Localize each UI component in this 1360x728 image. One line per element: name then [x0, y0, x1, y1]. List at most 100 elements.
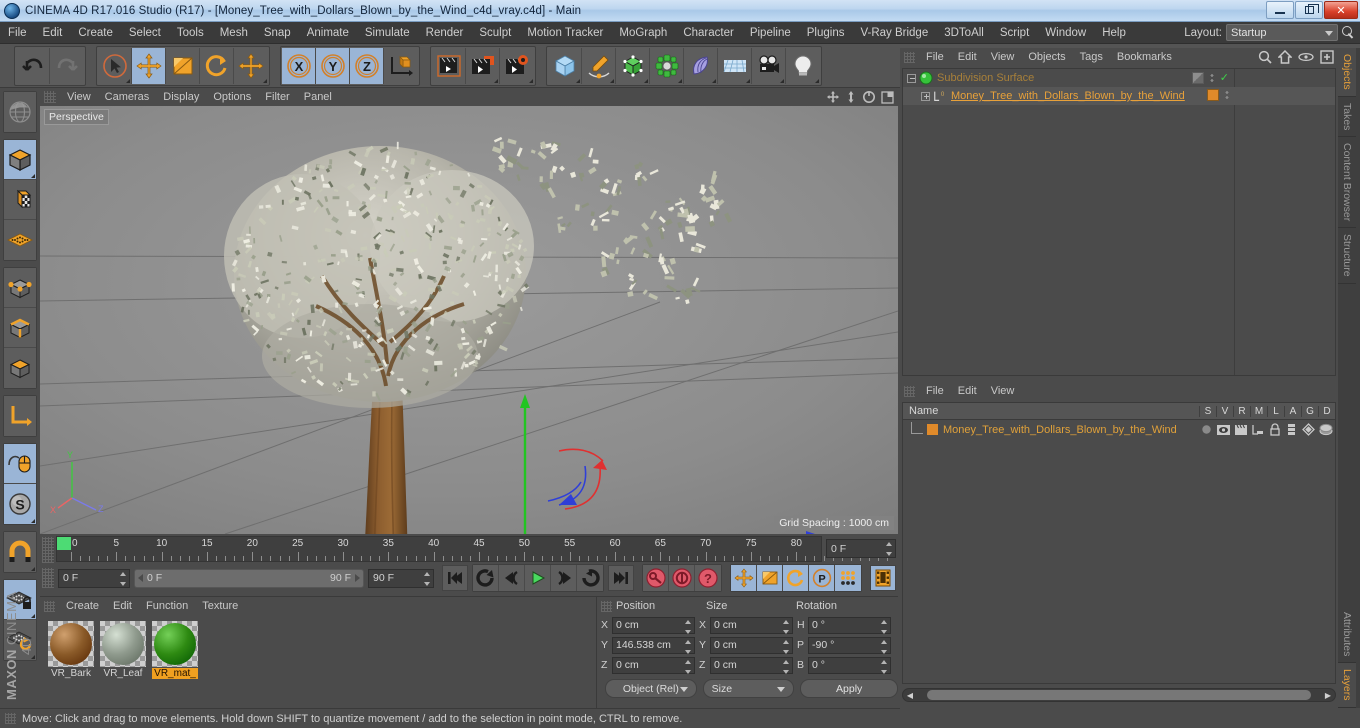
go-to-start-button[interactable]	[442, 565, 468, 591]
current-frame-field[interactable]: 0 F	[58, 568, 130, 588]
previous-frame-button[interactable]	[499, 565, 525, 591]
maximize-view-icon[interactable]	[881, 90, 894, 104]
timeline-right-frame-field[interactable]: 0 F	[826, 539, 896, 558]
coordinate-rotation-field[interactable]: -90 °	[808, 636, 891, 654]
menu-item-create[interactable]: Create	[70, 22, 121, 44]
move-tool[interactable]	[132, 47, 166, 84]
menu-item-snap[interactable]: Snap	[256, 22, 299, 44]
redo-button[interactable]	[50, 47, 84, 84]
add-cube-button[interactable]	[548, 47, 582, 84]
layer-menu-file[interactable]: File	[919, 382, 951, 400]
viewport-canvas[interactable]: Y Z X Perspective Grid Spacing : 1000 cm	[40, 106, 898, 534]
layer-column-R[interactable]: R	[1233, 405, 1250, 417]
point-mode-button[interactable]	[4, 268, 36, 308]
visibility-dots-icon[interactable]	[1209, 71, 1214, 84]
point-level-animation-button[interactable]	[835, 565, 861, 591]
scroll-left-arrow-icon[interactable]: ◀	[905, 690, 915, 700]
material-item[interactable]: VR_mat_	[152, 621, 198, 679]
menu-item-edit[interactable]: Edit	[35, 22, 71, 44]
layer-row[interactable]: Money_Tree_with_Dollars_Blown_by_the_Win…	[903, 420, 1335, 439]
material-menu-texture[interactable]: Texture	[195, 597, 245, 615]
viewport-menu-display[interactable]: Display	[156, 88, 206, 106]
home-icon[interactable]	[1278, 50, 1292, 64]
material-item[interactable]: VR_Bark	[48, 621, 94, 679]
coordinate-rotation-field[interactable]: 0 °	[808, 656, 891, 674]
coordinate-position-field[interactable]: 0 cm	[612, 656, 695, 674]
layer-column-L[interactable]: L	[1267, 405, 1284, 417]
coordinate-size-field[interactable]: 0 cm	[710, 656, 793, 674]
coordinate-rotation-field[interactable]: 0 °	[808, 616, 891, 634]
add-camera-button[interactable]	[752, 47, 786, 84]
object-menu-view[interactable]: View	[984, 48, 1022, 66]
polygon-mode-button[interactable]	[4, 348, 36, 388]
menu-item-3dtoall[interactable]: 3DToAll	[936, 22, 992, 44]
layer-color-swatch[interactable]	[927, 424, 938, 435]
undo-button[interactable]	[16, 47, 50, 84]
autokeying-button[interactable]	[669, 565, 695, 591]
menu-item-animate[interactable]: Animate	[299, 22, 357, 44]
render-to-picture-viewer-button[interactable]	[466, 47, 500, 84]
menu-item-render[interactable]: Render	[418, 22, 472, 44]
vertical-tab-takes[interactable]: Takes	[1338, 97, 1356, 138]
scale-key-button[interactable]	[757, 565, 783, 591]
dolly-view-icon[interactable]	[845, 90, 857, 104]
animation-toggle-icon[interactable]	[1284, 422, 1299, 437]
menu-item-mesh[interactable]: Mesh	[212, 22, 256, 44]
menu-item-tools[interactable]: Tools	[169, 22, 212, 44]
live-selection-tool[interactable]	[98, 47, 132, 84]
horizontal-scrollbar[interactable]: ◀ ▶	[902, 688, 1336, 702]
material-menu-create[interactable]: Create	[59, 597, 106, 615]
workplane-button[interactable]	[4, 220, 36, 260]
layer-column-M[interactable]: M	[1250, 405, 1267, 417]
coordinate-position-field[interactable]: 0 cm	[612, 616, 695, 634]
move-tool-secondary[interactable]	[234, 47, 268, 84]
layer-column-G[interactable]: G	[1301, 405, 1318, 417]
viewport-menu-cameras[interactable]: Cameras	[98, 88, 157, 106]
layer-column-D[interactable]: D	[1318, 405, 1335, 417]
coordinate-position-field[interactable]: 146.538 cm	[612, 636, 695, 654]
material-item[interactable]: VR_Leaf	[100, 621, 146, 679]
menu-item-sculpt[interactable]: Sculpt	[471, 22, 519, 44]
object-menu-edit[interactable]: Edit	[951, 48, 984, 66]
spinner-icon[interactable]	[424, 571, 431, 586]
deformer-toggle-icon[interactable]	[1318, 422, 1333, 437]
manager-toggle-icon[interactable]	[1250, 422, 1265, 437]
max-frame-field[interactable]: 90 F	[368, 568, 434, 588]
scale-tool[interactable]	[166, 47, 200, 84]
add-spline-button[interactable]	[582, 47, 616, 84]
viewport-menu-view[interactable]: View	[60, 88, 98, 106]
material-menu-function[interactable]: Function	[139, 597, 195, 615]
render-settings-button[interactable]	[500, 47, 534, 84]
coordinate-size-field[interactable]: 0 cm	[710, 616, 793, 634]
material-tag-icon[interactable]	[1207, 89, 1219, 101]
vertical-tab-objects[interactable]: Objects	[1338, 48, 1356, 97]
close-button[interactable]: ✕	[1324, 1, 1358, 19]
enabled-check-icon[interactable]: ✓	[1220, 71, 1229, 84]
render-toggle-icon[interactable]	[1233, 422, 1248, 437]
preview-range-bar[interactable]: 0 F 90 F	[134, 568, 364, 588]
solo-toggle-icon[interactable]	[1199, 422, 1214, 437]
layer-column-V[interactable]: V	[1216, 405, 1233, 417]
enable-axis-button[interactable]	[4, 444, 36, 484]
menu-item-select[interactable]: Select	[121, 22, 169, 44]
layer-menu-edit[interactable]: Edit	[951, 382, 984, 400]
snap-button[interactable]	[4, 532, 36, 572]
vertical-tab-attributes[interactable]: Attributes	[1338, 606, 1356, 664]
z-axis-lock[interactable]: Z	[350, 47, 384, 84]
scroll-right-arrow-icon[interactable]: ▶	[1323, 690, 1333, 700]
render-toggle-icon[interactable]	[1191, 71, 1204, 84]
vertical-tab-content-browser[interactable]: Content Browser	[1338, 137, 1356, 229]
rotate-tool[interactable]	[200, 47, 234, 84]
menu-item-file[interactable]: File	[0, 22, 35, 44]
viewport-menu-options[interactable]: Options	[206, 88, 258, 106]
timeline-playhead[interactable]	[57, 537, 71, 550]
object-row[interactable]: 0 Money_Tree_with_Dollars_Blown_by_the_Wi…	[903, 87, 1335, 105]
layout-dropdown[interactable]: Startup	[1226, 24, 1338, 41]
play-button[interactable]	[525, 565, 551, 591]
x-axis-lock[interactable]: X	[282, 47, 316, 84]
apply-button[interactable]: Apply	[800, 679, 898, 698]
menu-item-v-ray-bridge[interactable]: V-Ray Bridge	[852, 22, 936, 44]
object-menu-bookmarks[interactable]: Bookmarks	[1110, 48, 1179, 66]
add-light-button[interactable]	[786, 47, 820, 84]
object-tree[interactable]: Subdivision Surface ✓ 0 Money_Tree_with_Dol…	[902, 68, 1336, 376]
